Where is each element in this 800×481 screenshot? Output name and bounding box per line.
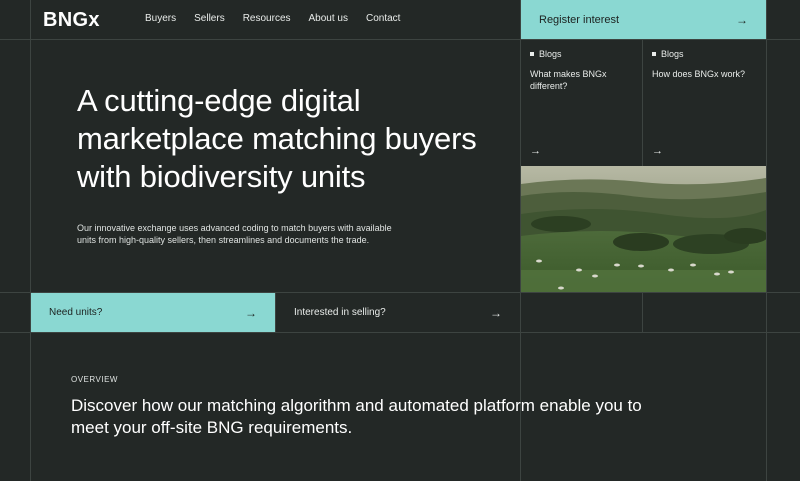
- logo[interactable]: BNGx: [43, 9, 100, 32]
- arrow-right-icon: →: [245, 305, 257, 320]
- square-bullet-icon: [530, 52, 534, 56]
- nav-contact[interactable]: Contact: [366, 13, 400, 24]
- overview-text: Discover how our matching algorithm and …: [71, 396, 642, 437]
- blog-tag: Blogs: [652, 49, 755, 59]
- blog-tag-label: Blogs: [661, 49, 684, 59]
- need-units-button[interactable]: Need units? →: [31, 293, 275, 332]
- blog-title: How does BNGx work?: [652, 69, 746, 79]
- hero-subtitle: Our innovative exchange uses advanced co…: [77, 223, 392, 245]
- grid-line: [30, 0, 31, 481]
- hero-title: A cutting-edge digital marketplace match…: [77, 83, 477, 194]
- interested-in-selling-label: Interested in selling?: [294, 307, 386, 318]
- register-interest-button[interactable]: Register interest →: [521, 0, 766, 39]
- arrow-right-icon: →: [490, 305, 502, 320]
- grid-line: [0, 332, 800, 333]
- main-nav: Buyers Sellers Resources About us Contac…: [145, 13, 418, 24]
- blog-card-how-does-work[interactable]: Blogs How does BNGx work? →: [643, 40, 764, 165]
- overview-label: OVERVIEW: [71, 375, 118, 384]
- interested-in-selling-button[interactable]: Interested in selling? →: [276, 293, 520, 332]
- arrow-right-icon: →: [736, 12, 748, 27]
- register-interest-label: Register interest: [539, 13, 620, 26]
- nav-sellers[interactable]: Sellers: [194, 13, 225, 24]
- blog-title: What makes BNGx different?: [530, 69, 607, 91]
- blog-tag: Blogs: [530, 49, 633, 59]
- grid-line: [766, 0, 767, 481]
- square-bullet-icon: [652, 52, 656, 56]
- blog-card-what-makes-different[interactable]: Blogs What makes BNGx different? →: [521, 40, 642, 165]
- nav-resources[interactable]: Resources: [243, 13, 291, 24]
- nav-buyers[interactable]: Buyers: [145, 13, 176, 24]
- landscape-photo: [521, 166, 766, 292]
- arrow-right-icon: →: [652, 145, 663, 157]
- nav-about-us[interactable]: About us: [309, 13, 348, 24]
- arrow-right-icon: →: [530, 145, 541, 157]
- blog-tag-label: Blogs: [539, 49, 562, 59]
- need-units-label: Need units?: [49, 307, 103, 318]
